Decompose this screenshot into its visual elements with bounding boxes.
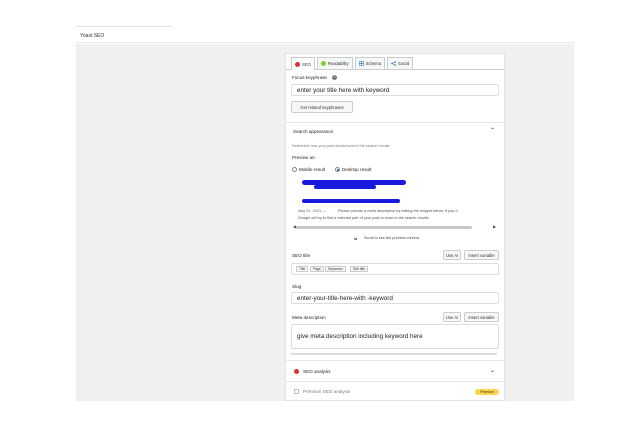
desktop-result-label: Desktop result [342, 167, 372, 172]
tab-schema-label: Schema [365, 61, 381, 66]
tab-seo-label: SEO [302, 61, 311, 67]
chevron-up-icon[interactable]: ⌃ [490, 127, 495, 134]
slug-input[interactable]: enter-your-title-here-with -keyword [291, 292, 499, 304]
redacted-url [314, 185, 376, 189]
meta-insert-variable-button[interactable]: Insert variable [464, 312, 499, 322]
preview-scrollbar[interactable] [296, 226, 472, 229]
seo-score-dot-icon [295, 61, 300, 67]
variable-pill-site-title[interactable]: Site title [350, 266, 369, 272]
seo-analysis-label[interactable]: SEO analysis [303, 369, 331, 374]
premium-seo-analysis-label[interactable]: Premium SEO analysis [303, 389, 350, 394]
snippet-date: May 31, 2023 — [298, 209, 326, 213]
seo-title-label: SEO title [292, 253, 311, 258]
mobile-result-label: Mobile result [299, 167, 326, 172]
desktop-result-radio[interactable] [335, 167, 340, 172]
redacted-title [302, 199, 400, 203]
section-divider [286, 122, 504, 123]
tab-social-label: Social [397, 61, 410, 66]
tab-social[interactable]: Social [386, 57, 414, 69]
variable-pill-title[interactable]: Title [296, 266, 309, 272]
page: Yoast SEO SEO Readability Schema Social … [0, 0, 640, 427]
premium-lock-icon [294, 389, 299, 394]
scroll-hint: Scroll to see the preview content. [364, 236, 420, 240]
metabox-title: Yoast SEO [80, 33, 105, 39]
scroll-arrows-icon: ⇆ [354, 237, 358, 241]
snippet-text: Please provide a meta description by edi… [338, 209, 458, 213]
chevron-down-icon[interactable]: ⌄ [490, 367, 495, 374]
premium-badge: Premium [475, 389, 499, 395]
get-related-keyphrases-button[interactable]: Get related keyphrases [291, 101, 353, 113]
tab-readability[interactable]: Readability [316, 57, 353, 69]
seo-analysis-dot-icon [294, 369, 299, 374]
focus-keyphrase-input[interactable]: enter your title here with keyword [291, 84, 499, 96]
grid-icon [358, 61, 364, 66]
tab-seo[interactable]: SEO [291, 57, 315, 70]
snippet-menu-icon[interactable]: ⋮ [372, 185, 376, 190]
meta-use-ai-button[interactable]: Use AI [443, 312, 461, 322]
mobile-result-radio[interactable] [292, 167, 297, 172]
snippet-text-line2: Google will try to find a relevant part … [298, 216, 430, 220]
share-icon [391, 61, 396, 66]
slug-label: Slug [292, 284, 302, 289]
yoast-panel: SEO Readability Schema Social Focus keyp… [285, 53, 505, 401]
tab-bar: SEO Readability Schema Social [291, 57, 414, 70]
scroll-right-icon[interactable]: ▶ [493, 224, 496, 229]
focus-keyphrase-label: Focus keyphrase [292, 75, 327, 80]
variable-pill-separator[interactable]: Separator [325, 266, 346, 272]
help-icon[interactable]: ? [332, 75, 337, 80]
top-divider [76, 26, 172, 27]
meta-progress-bar [291, 353, 497, 355]
meta-description-input[interactable]: give meta description including keyword … [291, 324, 499, 349]
seo-title-insert-variable-button[interactable]: Insert variable [464, 250, 499, 260]
meta-description-label: Meta description [292, 315, 326, 320]
variable-pill-page[interactable]: Page [310, 266, 324, 272]
search-appearance-hint: Determine how your post should look in t… [292, 144, 391, 148]
seo-title-use-ai-button[interactable]: Use AI [443, 250, 461, 260]
metabox-header [76, 28, 574, 43]
preview-as-label: Preview as: [292, 155, 316, 160]
section-divider-2 [286, 360, 504, 361]
tab-schema[interactable]: Schema [354, 57, 385, 69]
search-appearance-label[interactable]: Search appearance [293, 129, 333, 134]
readability-score-dot-icon [320, 61, 326, 66]
section-divider-3 [286, 381, 504, 382]
tab-readability-label: Readability [327, 61, 349, 66]
